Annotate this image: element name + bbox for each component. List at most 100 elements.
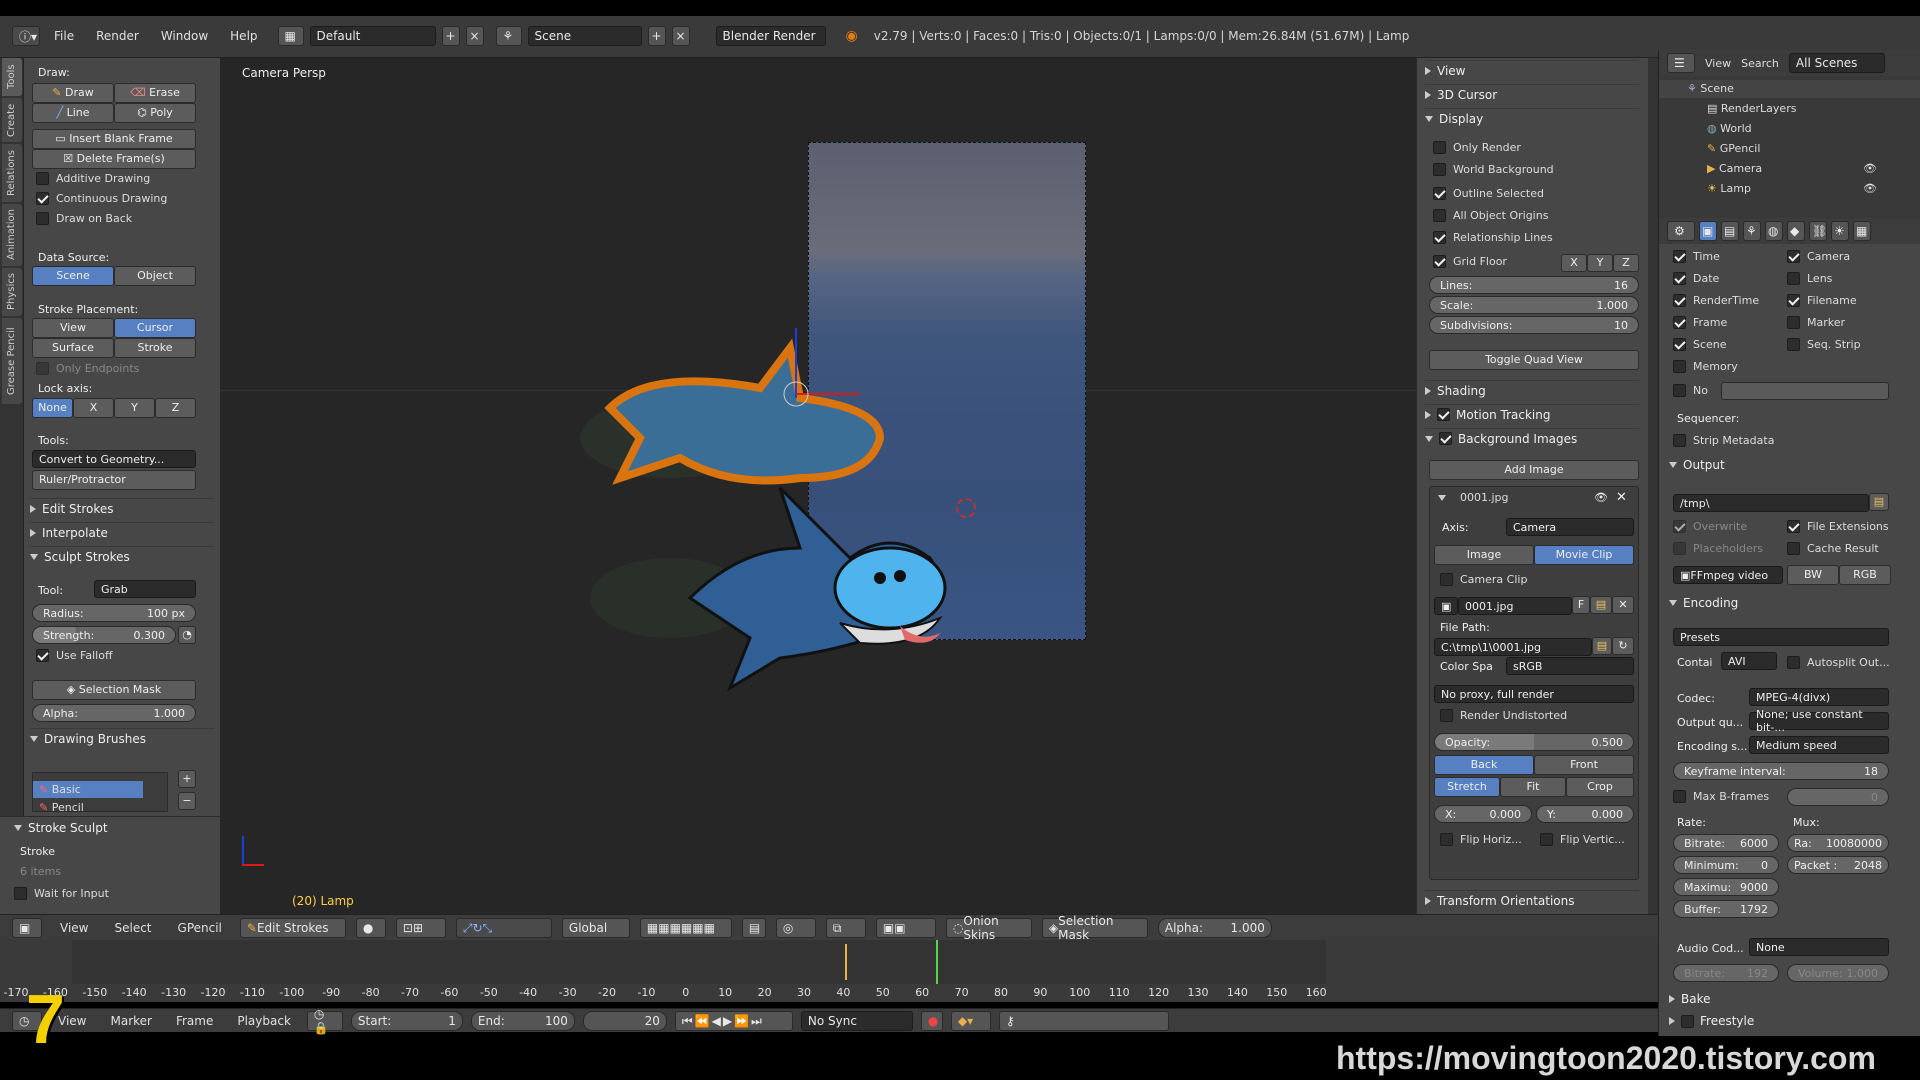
keyframe-interval-field[interactable]: Keyframe interval: 18 — [1673, 762, 1889, 780]
keying-set-field[interactable]: ⚷ — [998, 1011, 1169, 1031]
3d-viewport[interactable]: Camera Persp (20) Lamp — [220, 58, 1416, 914]
data-tab-icon[interactable]: ☀ — [1831, 221, 1849, 241]
only-endpoints-checkbox[interactable]: Only Endpoints — [36, 362, 139, 375]
grid-z-toggle[interactable]: Z — [1613, 254, 1639, 272]
relationship-lines-checkbox[interactable]: Relationship Lines — [1433, 231, 1553, 244]
color-rgb-button[interactable]: RGB — [1839, 565, 1891, 585]
tl-menu-marker[interactable]: Marker — [102, 1014, 159, 1028]
layout-field[interactable]: Default — [309, 26, 436, 46]
placement-cursor-button[interactable]: Cursor — [114, 318, 196, 338]
tab-create[interactable]: Create — [2, 98, 22, 142]
start-frame-field[interactable]: Start: 1 — [350, 1011, 463, 1031]
source-image-button[interactable]: Image — [1434, 545, 1534, 565]
brush-item-pencil[interactable]: ✎ Pencil — [33, 799, 143, 816]
flip-vertical-checkbox[interactable]: Flip Vertic... — [1540, 833, 1625, 846]
audio-volume-field[interactable]: Volume: 1.000 — [1787, 964, 1889, 982]
outliner-row-camera[interactable]: ▶ Camera 👁 — [1659, 160, 1920, 178]
transform-orientations-panel[interactable]: Transform Orientations — [1425, 890, 1639, 910]
render-undistorted-checkbox[interactable]: Render Undistorted — [1440, 709, 1567, 722]
maximum-field[interactable]: Maximu: 9000 — [1673, 878, 1779, 896]
stamp-marker-checkbox[interactable]: Marker — [1787, 316, 1845, 329]
stamp-frame-checkbox[interactable]: Frame — [1673, 316, 1727, 329]
audio-bitrate-field[interactable]: Bitrate: 192 — [1673, 964, 1779, 982]
freestyle-panel[interactable]: Freestyle — [1669, 1014, 1754, 1028]
image-datablock-field[interactable]: 0001.jpg — [1458, 597, 1572, 615]
playback-controls[interactable]: ⏮⏪◀▶⏩⏭ — [674, 1011, 793, 1031]
preview-range-icons[interactable]: ◷🔒 — [306, 1007, 343, 1035]
stamp-date-checkbox[interactable]: Date — [1673, 272, 1719, 285]
open-folder-icon[interactable]: ▤ — [1590, 596, 1612, 614]
stamp-rendertime-checkbox[interactable]: RenderTime — [1673, 294, 1759, 307]
display-panel[interactable]: Display — [1425, 108, 1639, 128]
codec-select[interactable]: MPEG-4(divx) — [1749, 688, 1889, 706]
motion-tracking-panel[interactable]: Motion Tracking — [1425, 404, 1639, 424]
audio-codec-select[interactable]: None — [1749, 938, 1889, 956]
strip-metadata-checkbox[interactable]: Strip Metadata — [1673, 434, 1774, 447]
front-button[interactable]: Front — [1534, 755, 1634, 775]
outliner-filter-select[interactable]: All Scenes — [1788, 53, 1885, 73]
stamp-seq-strip-checkbox[interactable]: Seq. Strip — [1787, 338, 1861, 351]
timeline[interactable]: -170 -160 -150 -140 -130 -120 -110 -100 -90 -80 -7… — [0, 940, 1658, 1002]
stamp-note-checkbox[interactable]: No — [1673, 384, 1708, 397]
render-tab-icon[interactable]: ▣ — [1699, 221, 1717, 241]
stamp-scene-checkbox[interactable]: Scene — [1673, 338, 1727, 351]
manipulator-icons[interactable]: ⤢↻⤡ — [455, 918, 552, 938]
remove-layout-button[interactable]: × — [465, 26, 484, 46]
vp-menu-select[interactable]: Select — [106, 921, 159, 935]
crop-button[interactable]: Crop — [1566, 777, 1634, 797]
vp-alpha-slider[interactable]: Alpha: 1.000 — [1157, 918, 1272, 938]
background-images-panel[interactable]: Background Images — [1425, 428, 1639, 448]
grid-y-toggle[interactable]: Y — [1587, 254, 1613, 272]
brush-item-basic[interactable]: ✎ Basic — [33, 781, 143, 798]
outliner-row-scene[interactable]: ⚘ Scene — [1659, 80, 1920, 98]
proxy-select[interactable]: No proxy, full render — [1434, 685, 1634, 703]
erase-button[interactable]: ⌫ Erase — [114, 83, 196, 103]
overwrite-checkbox[interactable]: Overwrite — [1673, 520, 1747, 533]
ruler-protractor-button[interactable]: Ruler/Protractor — [32, 470, 196, 490]
color-bw-button[interactable]: BW — [1787, 565, 1839, 585]
mode-select[interactable]: ✎ Edit Strokes — [239, 918, 346, 938]
wait-for-input-checkbox[interactable]: Wait for Input — [14, 887, 109, 900]
shading-select-icon[interactable]: ● — [355, 918, 386, 938]
opacity-slider[interactable]: Opacity: 0.500 — [1434, 733, 1634, 751]
layout-icon[interactable]: ▦ — [277, 26, 304, 46]
vp-menu-view[interactable]: View — [52, 921, 96, 935]
selection-mask-button[interactable]: ◈ Selection Mask — [32, 680, 196, 700]
fit-button[interactable]: Fit — [1500, 777, 1566, 797]
bframes-field[interactable]: 0 — [1787, 788, 1889, 806]
proportional-edit-icon[interactable]: ◎ — [775, 918, 816, 938]
constraints-tab-icon[interactable]: ⛓ — [1809, 221, 1827, 241]
image-browse-icon[interactable]: ▣ — [1434, 597, 1458, 615]
outliner-view-menu[interactable]: View — [1705, 57, 1731, 70]
render-engine-select[interactable]: Blender Render — [715, 26, 826, 46]
close-icon[interactable]: ✕ — [1616, 490, 1627, 505]
stretch-button[interactable]: Stretch — [1434, 777, 1500, 797]
insert-blank-frame-button[interactable]: ▭ Insert Blank Frame — [32, 129, 196, 149]
properties-editor-icon[interactable]: ⚙ — [1667, 221, 1695, 241]
region-scrollbar[interactable] — [1648, 58, 1658, 914]
grid-scale-field[interactable]: Scale: 1.000 — [1429, 296, 1639, 314]
stamp-camera-checkbox[interactable]: Camera — [1787, 250, 1850, 263]
scene-tab-icon[interactable]: ⚘ — [1743, 221, 1761, 241]
end-frame-field[interactable]: End: 100 — [470, 1011, 575, 1031]
offset-x-field[interactable]: X: 0.000 — [1434, 805, 1532, 823]
lock-y-button[interactable]: Y — [114, 398, 155, 418]
outliner-row-gpencil[interactable]: ✎ GPencil — [1659, 140, 1920, 158]
scene-field[interactable]: Scene — [527, 26, 642, 46]
world-background-checkbox[interactable]: World Background — [1433, 163, 1554, 176]
outliner-row-world[interactable]: ◍ World — [1659, 120, 1920, 138]
browse-file-icon[interactable]: ▤ — [1592, 637, 1612, 655]
radius-slider[interactable]: Radius: 100 px — [32, 604, 196, 622]
unlink-icon[interactable]: ✕ — [1612, 596, 1634, 614]
back-button[interactable]: Back — [1434, 755, 1534, 775]
lock-camera-icon[interactable]: ▤ — [741, 918, 766, 938]
use-falloff-checkbox[interactable]: Use Falloff — [36, 649, 113, 662]
pressure-toggle-icon[interactable]: ◔ — [178, 626, 196, 644]
outliner-row-renderlayers[interactable]: ▤ RenderLayers — [1659, 100, 1920, 118]
keying-icon[interactable]: ◆▾ — [950, 1011, 991, 1031]
encoding-panel[interactable]: Encoding — [1669, 596, 1738, 610]
tl-menu-playback[interactable]: Playback — [229, 1014, 299, 1028]
minimum-field[interactable]: Minimum: 0 — [1673, 856, 1779, 874]
stamp-filename-checkbox[interactable]: Filename — [1787, 294, 1857, 307]
add-layout-button[interactable]: + — [441, 26, 460, 46]
